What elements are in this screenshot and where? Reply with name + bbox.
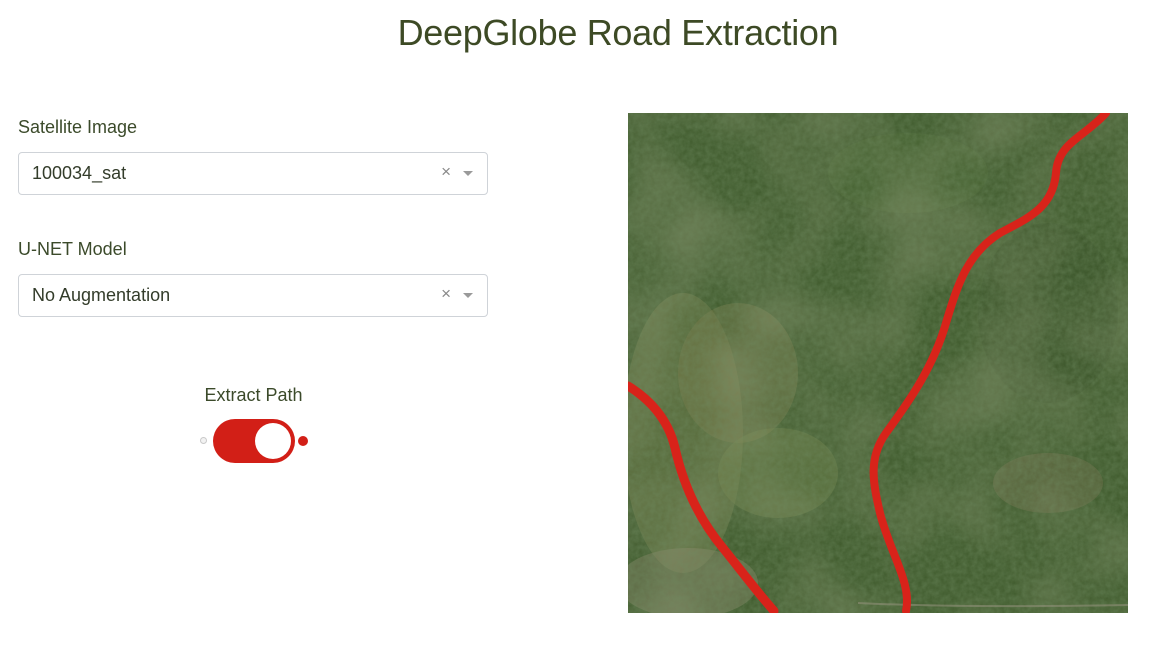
- unet-model-dropdown[interactable]: No Augmentation ×: [18, 274, 488, 317]
- satellite-image-dropdown[interactable]: 100034_sat ×: [18, 152, 488, 195]
- satellite-output-image: [628, 113, 1128, 613]
- clear-icon[interactable]: ×: [441, 284, 451, 304]
- toggle-knob[interactable]: [255, 423, 291, 459]
- toggle-off-indicator: [200, 437, 207, 444]
- satellite-image-graphic: [628, 113, 1128, 613]
- extract-path-toggle[interactable]: [200, 418, 312, 466]
- app-page: DeepGlobe Road Extraction Satellite Imag…: [0, 0, 1173, 648]
- extract-path-label: Extract Path: [204, 385, 303, 405]
- unet-model-selected-value: No Augmentation: [32, 285, 171, 305]
- chevron-down-icon[interactable]: [463, 171, 473, 176]
- satellite-image-label: Satellite Image: [18, 117, 138, 137]
- chevron-down-icon[interactable]: [463, 293, 473, 298]
- page-title: DeepGlobe Road Extraction: [397, 12, 839, 53]
- satellite-image-selected-value: 100034_sat: [32, 163, 127, 183]
- toggle-track[interactable]: [213, 419, 295, 463]
- clear-icon[interactable]: ×: [441, 162, 451, 182]
- toggle-on-indicator: [298, 436, 308, 446]
- unet-model-label: U-NET Model: [18, 239, 127, 259]
